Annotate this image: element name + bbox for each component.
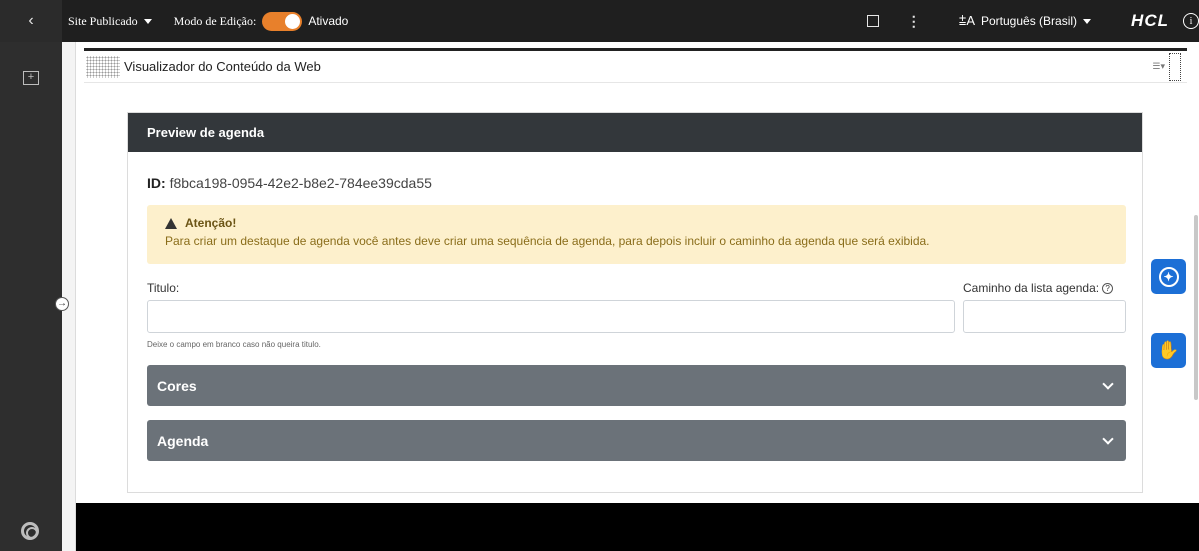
language-label: Português (Brasil) xyxy=(981,14,1078,28)
drag-handle-icon[interactable] xyxy=(86,55,120,78)
accordion-cores-label: Cores xyxy=(157,377,197,394)
accessibility-button[interactable]: ✦ xyxy=(1151,259,1186,294)
warning-alert: Atenção! Para criar um destaque de agend… xyxy=(147,205,1126,264)
agenda-path-input[interactable] xyxy=(963,300,1126,333)
edit-mode-group: Modo de Edição: Ativado xyxy=(173,11,349,31)
sign-language-icon: ✋ xyxy=(1157,340,1180,360)
language-dropdown[interactable]: ⩲A Português (Brasil) xyxy=(958,13,1092,29)
page-scrollbar[interactable] xyxy=(1194,215,1198,400)
agenda-preview-card: Preview de agenda ID: f8bca198-0954-42e2… xyxy=(127,112,1143,493)
alert-text: Para criar um destaque de agenda você an… xyxy=(165,234,930,248)
chevron-left-icon: ‹ xyxy=(28,12,34,29)
accordion-cores[interactable]: Cores xyxy=(147,365,1126,406)
hcl-logo: HCL xyxy=(1131,11,1169,30)
footer-bar xyxy=(76,503,1199,551)
edit-mode-state: Ativado xyxy=(308,14,349,28)
portlet-header: Visualizador do Conteúdo da Web ☰▾ xyxy=(84,51,1187,83)
left-rail: + xyxy=(0,42,62,551)
accordion-agenda-label: Agenda xyxy=(157,432,209,449)
alert-title: Atenção! xyxy=(185,216,237,230)
portlet-controls: ☰▾ xyxy=(1152,52,1181,81)
more-vertical-icon[interactable]: ⋮ xyxy=(907,13,921,30)
accessibility-icon: ✦ xyxy=(1158,266,1179,287)
back-button[interactable]: ‹ xyxy=(0,0,62,42)
toggle-knob xyxy=(285,13,301,29)
portlet-menu-icon[interactable]: ☰▾ xyxy=(1152,61,1165,72)
page-panel-icon[interactable] xyxy=(866,15,879,27)
translate-icon: ⩲A xyxy=(958,13,975,28)
edit-mode-label: Modo de Edição: xyxy=(173,13,257,28)
content-id: ID: f8bca198-0954-42e2-b8e2-784ee39cda55 xyxy=(147,175,432,191)
sign-language-button[interactable]: ✋ xyxy=(1151,333,1186,368)
alert-title-row: Atenção! xyxy=(165,216,1126,230)
title-input[interactable] xyxy=(147,300,955,333)
chevron-down-icon xyxy=(1102,432,1114,445)
path-label: Caminho da lista agenda: xyxy=(963,281,1100,295)
id-label: ID: xyxy=(147,175,166,191)
site-publish-label: Site Publicado xyxy=(68,13,138,28)
caret-down-icon xyxy=(143,18,152,24)
title-label: Titulo: xyxy=(147,281,180,295)
warning-icon xyxy=(165,217,177,229)
title-hint: Deixe o campo em branco caso não queira … xyxy=(147,340,321,349)
site-publish-dropdown[interactable]: Site Publicado xyxy=(68,14,152,29)
portlet-options-icon[interactable] xyxy=(1169,52,1181,81)
toolbar-right: ⋮ ⩲A Português (Brasil) HCL i xyxy=(866,11,1199,31)
expand-panel-icon[interactable]: → xyxy=(55,297,69,311)
add-content-icon[interactable]: + xyxy=(23,71,39,85)
info-icon[interactable]: i xyxy=(1183,13,1199,29)
top-toolbar: ‹ Site Publicado Modo de Edição: Ativado… xyxy=(0,0,1199,42)
chevron-down-icon xyxy=(1102,377,1114,390)
card-header: Preview de agenda xyxy=(128,113,1142,152)
caret-down-icon xyxy=(1083,18,1092,24)
id-value: f8bca198-0954-42e2-b8e2-784ee39cda55 xyxy=(169,175,432,191)
help-lifebuoy-icon[interactable] xyxy=(21,522,39,540)
path-label-wrap: Caminho da lista agenda:? xyxy=(963,281,1114,295)
help-icon[interactable]: ? xyxy=(1102,283,1114,295)
accordion-agenda[interactable]: Agenda xyxy=(147,420,1126,461)
edit-mode-toggle[interactable] xyxy=(262,11,303,31)
portlet-title: Visualizador do Conteúdo da Web xyxy=(124,59,321,74)
